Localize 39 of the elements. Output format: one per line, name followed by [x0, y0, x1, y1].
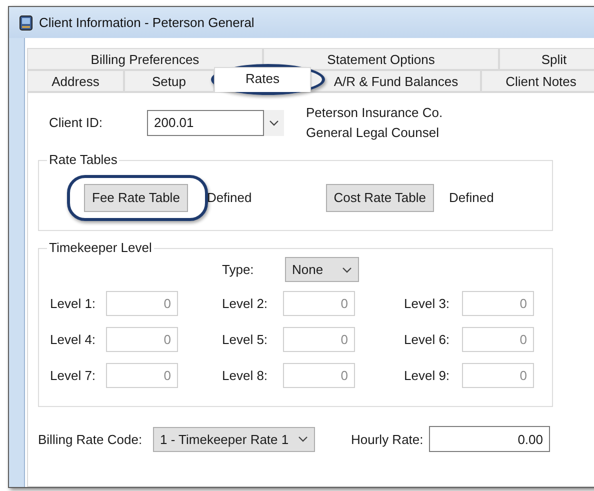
field-label: Level 9: — [403, 368, 451, 383]
group-title: Timekeeper Level — [47, 240, 154, 255]
window-title: Client Information - Peterson General — [39, 15, 254, 30]
client-id-field[interactable]: 200.01 — [147, 110, 264, 136]
field-label: Level 4: — [50, 332, 97, 347]
chevron-down-icon — [342, 266, 352, 272]
field-label: Hourly Rate: — [351, 432, 424, 446]
field-label: Level 7: — [50, 368, 97, 383]
field-label: Client ID: — [49, 115, 104, 130]
client-name: General Legal Counsel — [306, 125, 440, 140]
tab[interactable]: A/R & Fund Balances — [311, 70, 481, 92]
tab[interactable]: Client Notes — [481, 70, 594, 92]
billing-rate-dropdown[interactable]: 1 - Timekeeper Rate 1 — [153, 426, 315, 452]
app-icon — [19, 14, 33, 30]
tab[interactable]: Split — [499, 48, 594, 70]
field-label: Level 8: — [221, 368, 269, 383]
type-dropdown[interactable]: None — [285, 257, 359, 282]
field-label: Billing Rate Code: — [38, 432, 144, 446]
status-text: Defined — [206, 190, 252, 205]
tab[interactable]: Billing Preferences — [27, 48, 263, 70]
tab[interactable]: Address — [27, 70, 124, 92]
field-label: Type: — [222, 262, 255, 277]
tab[interactable]: Statement Options — [263, 48, 499, 70]
field-label: Level 2: — [221, 296, 269, 311]
field-label: Level 1: — [50, 296, 97, 311]
field-label: Level 3: — [403, 296, 451, 311]
chevron-down-icon — [298, 436, 308, 442]
field-label: Level 6: — [403, 332, 451, 347]
field-label: Level 5: — [221, 332, 269, 347]
client-name: Peterson Insurance Co. — [306, 105, 443, 120]
rate-table-button[interactable]: Fee Rate Table — [84, 184, 188, 212]
status-text: Defined — [449, 190, 494, 205]
hourly-rate-field[interactable]: 0.00 — [429, 426, 550, 452]
chevron-down-icon — [269, 120, 279, 126]
tab[interactable]: Setup — [124, 70, 214, 92]
group-title: Rate Tables — [47, 152, 120, 167]
tab[interactable]: Rates — [214, 67, 311, 92]
rate-table-button[interactable]: Cost Rate Table — [326, 184, 434, 212]
dropdown-button[interactable] — [264, 110, 284, 136]
